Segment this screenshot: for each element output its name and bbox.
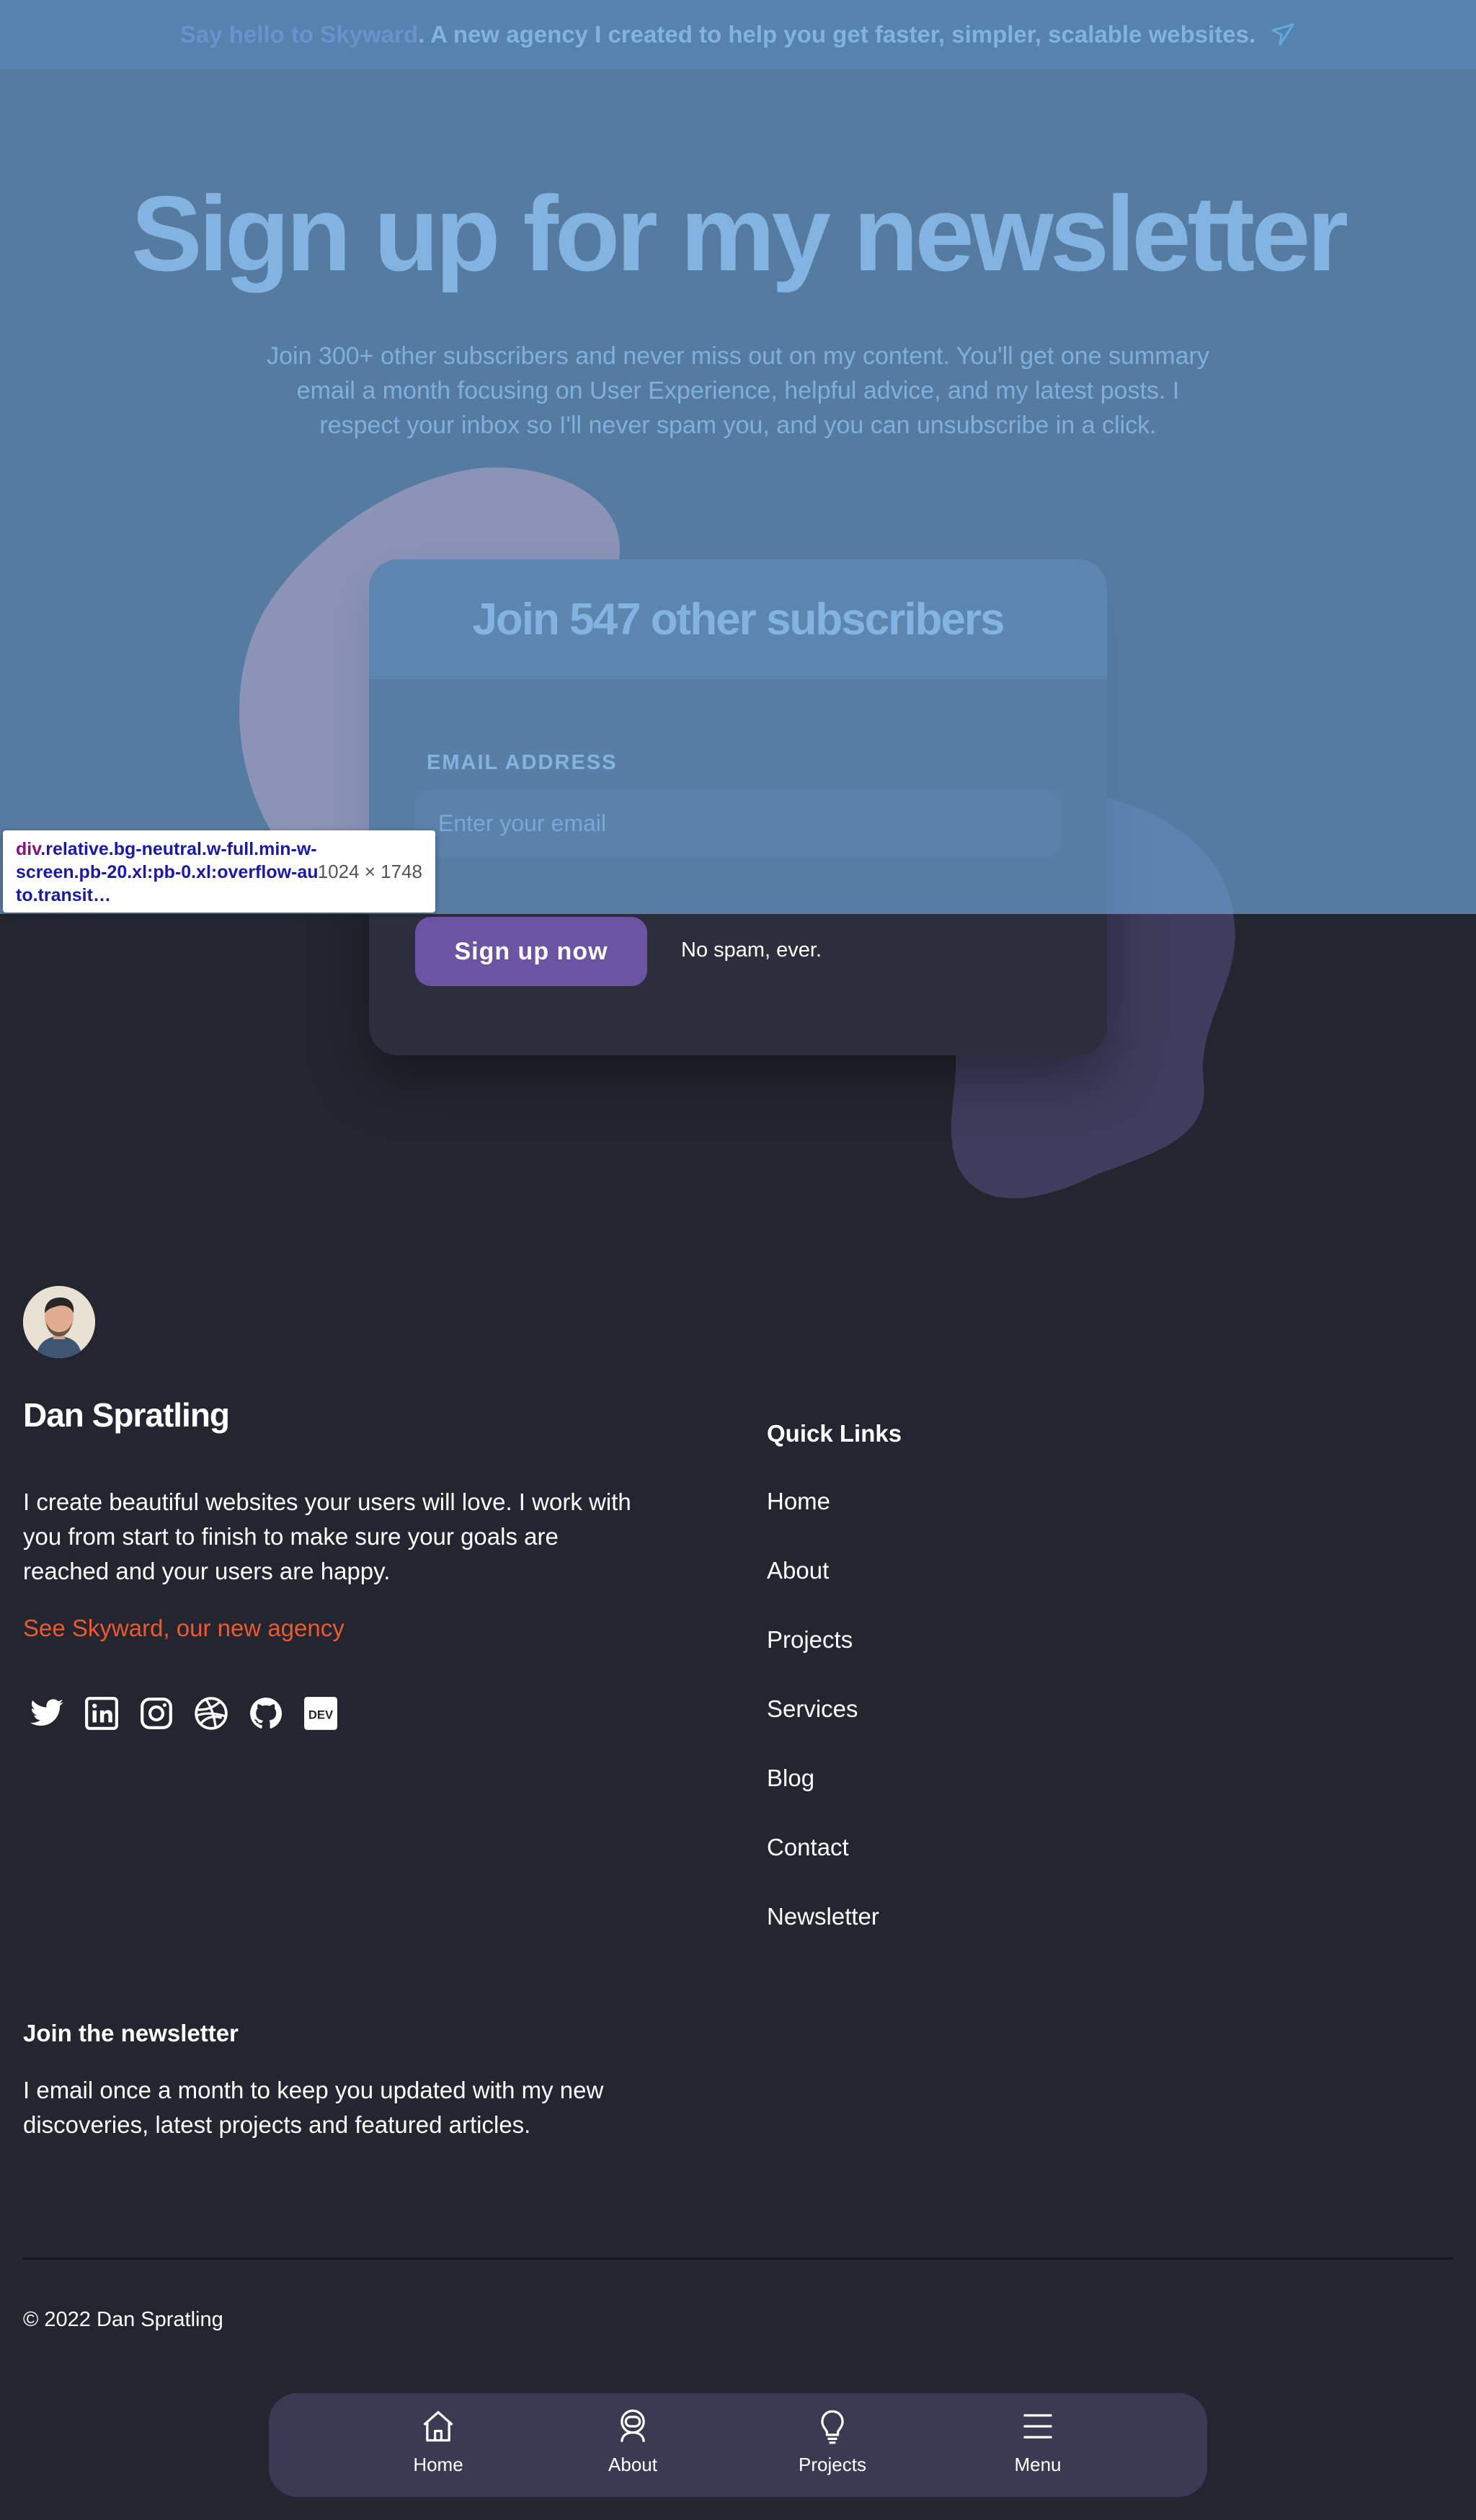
dev-link[interactable]: DEV [303,1695,339,1731]
footer-newsletter-description: I email once a month to keep you updated… [23,2077,604,2138]
quick-link-contact[interactable]: Contact [767,1834,849,1861]
copyright: © 2022 Dan Spratling [23,2308,223,2331]
nav-menu-label: Menu [1014,2454,1062,2475]
devtools-tag: div [16,839,41,859]
linkedin-link[interactable] [84,1695,120,1731]
quick-links-title: Quick Links [767,1420,902,1447]
signup-card: Join 547 other subscribers EMAIL ADDRESS… [369,559,1107,1055]
nav-home-label: Home [413,2454,463,2475]
quick-link-home[interactable]: Home [767,1488,830,1515]
no-spam-note: No spam, ever. [681,939,822,962]
bottom-nav: Home About Projects Menu [269,2393,1207,2497]
astronaut-icon [621,2409,645,2442]
svg-text:DEV: DEV [308,1708,333,1721]
banner-brand-link[interactable]: Say hello to Skyward [180,21,418,48]
agency-banner[interactable]: Say hello to Skyward . A new agency I cr… [0,0,1476,69]
nav-home[interactable]: Home [377,2408,499,2476]
email-label: EMAIL ADDRESS [427,751,618,774]
avatar-portrait [23,1286,95,1358]
github-link[interactable] [248,1695,284,1731]
quick-link-newsletter[interactable]: Newsletter [767,1903,879,1930]
banner-message: . A new agency I created to help you get… [417,21,1256,48]
nav-projects-label: Projects [799,2454,866,2475]
send-arrow-icon [1271,23,1294,46]
email-input[interactable] [415,790,1061,856]
dribbble-link[interactable] [193,1695,229,1731]
github-icon [250,1698,283,1729]
dribbble-icon [195,1697,228,1730]
quick-link-about[interactable]: About [767,1557,829,1584]
lightbulb-icon [821,2410,844,2444]
signup-card-header: Join 547 other subscribers [369,559,1107,679]
quick-link-blog[interactable]: Blog [767,1765,814,1792]
devtools-classes: .relative.bg-neutral.w-full.min-w-screen… [16,839,319,905]
avatar [23,1286,95,1358]
author-bio: I create beautiful websites your users w… [23,1489,631,1584]
twitter-link[interactable] [29,1695,65,1731]
home-icon [423,2410,453,2442]
nav-about[interactable]: About [572,2408,694,2476]
signup-button[interactable]: Sign up now [415,917,647,986]
quick-link-services[interactable]: Services [767,1695,858,1723]
instagram-link[interactable] [138,1695,174,1731]
twitter-icon [30,1699,63,1726]
agency-link[interactable]: See Skyward, our new agency [23,1615,344,1642]
footer-divider [23,2258,1453,2260]
author-name: Dan Spratling [23,1396,230,1434]
footer-newsletter-title: Join the newsletter [23,2020,239,2046]
signup-card-title: Join 547 other subscribers [472,594,1005,644]
devtools-selector: div.relative.bg-neutral.w-full.min-w-scr… [16,838,319,907]
quick-link-projects[interactable]: Projects [767,1626,853,1654]
hamburger-menu-icon [1023,2414,1052,2439]
devtools-tooltip: div.relative.bg-neutral.w-full.min-w-scr… [3,830,435,913]
linkedin-icon [85,1697,118,1730]
nav-about-label: About [608,2454,657,2475]
instagram-icon [141,1698,172,1729]
nav-menu[interactable]: Menu [977,2408,1099,2476]
dev-icon: DEV [304,1697,337,1730]
page-title: Sign up for my newsletter [130,174,1348,293]
social-links: DEV [29,1695,339,1731]
hero-description: Join 300+ other subscribers and never mi… [267,342,1209,439]
devtools-dimensions: 1024 × 1748 [317,861,422,882]
nav-projects[interactable]: Projects [771,2408,894,2476]
